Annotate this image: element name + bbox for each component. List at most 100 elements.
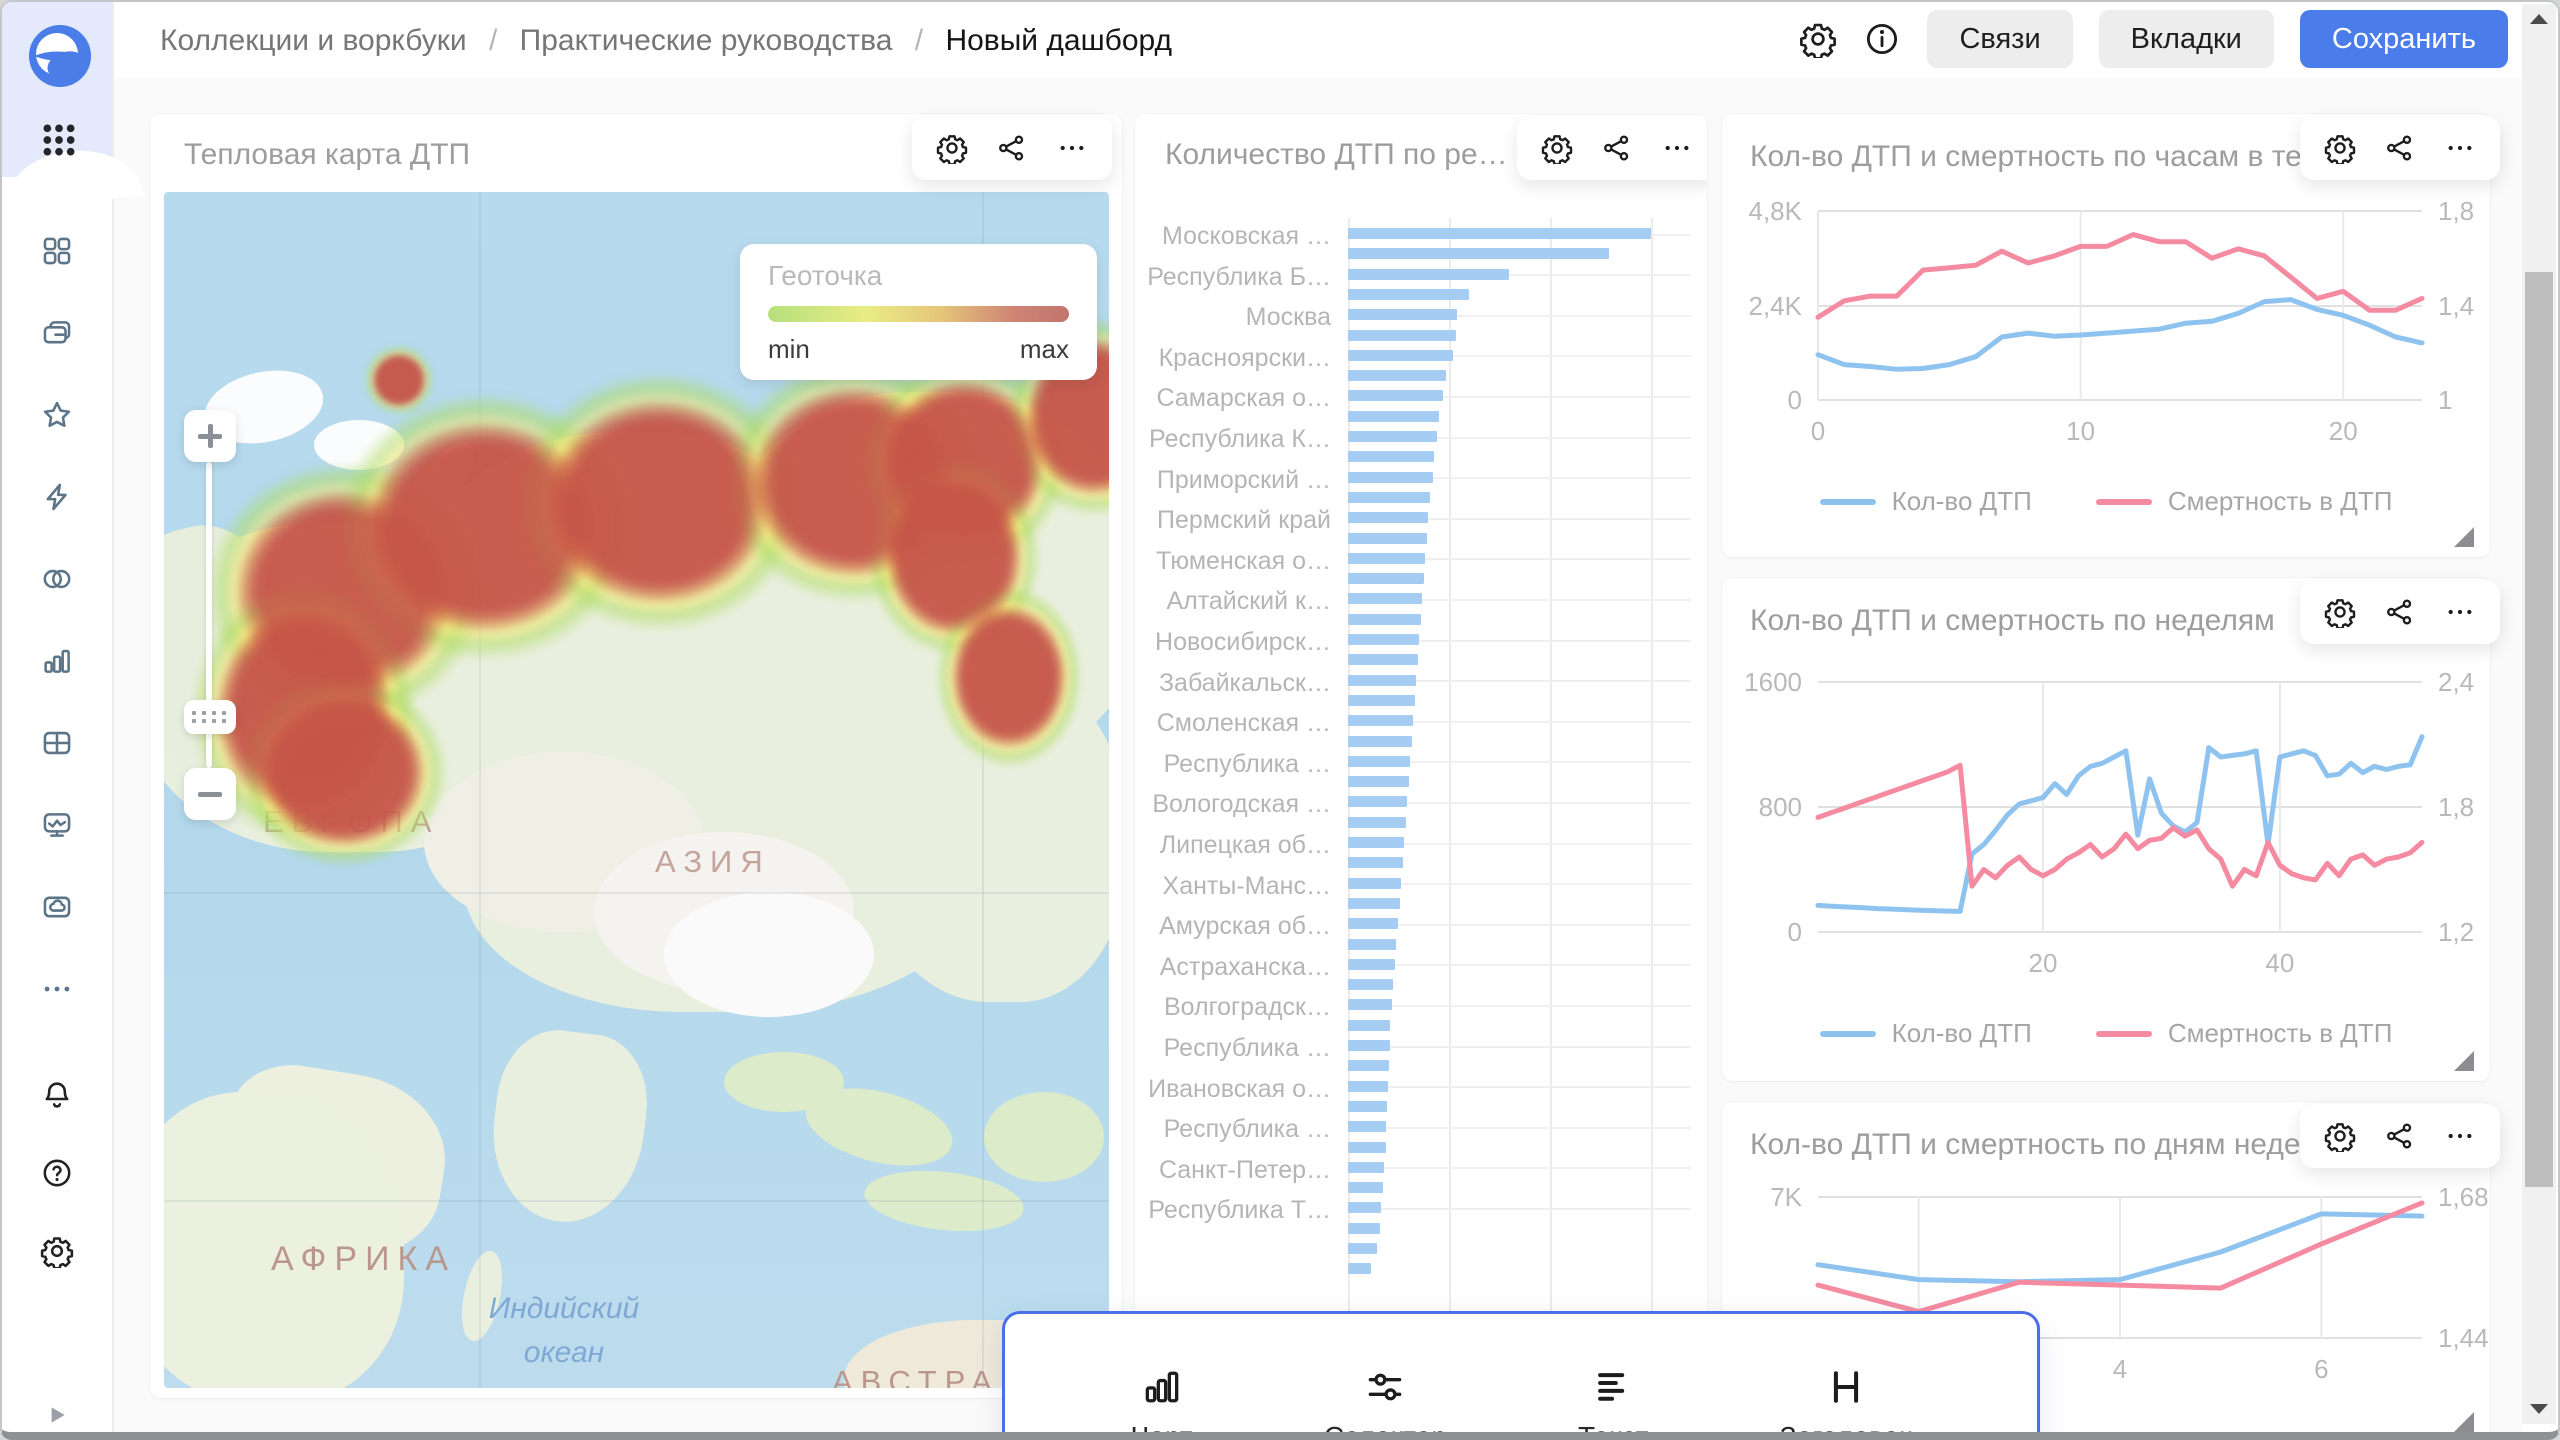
breadcrumb-guides[interactable]: Практические руководства — [520, 24, 893, 57]
bar[interactable] — [1348, 959, 1395, 970]
heatmap-map[interactable]: ЕВРОПА АЗИЯ АФРИКА АВСТРАЛИЯ Индийский о… — [164, 192, 1109, 1388]
bar[interactable] — [1348, 512, 1428, 523]
bar[interactable] — [1348, 553, 1425, 564]
bar[interactable] — [1348, 309, 1457, 320]
legend-item[interactable]: Кол-во ДТП — [1820, 486, 2032, 517]
toolbar-item-текст[interactable]: Текст — [1578, 1365, 1649, 1440]
bar[interactable] — [1348, 1020, 1390, 1031]
bar[interactable] — [1348, 370, 1446, 381]
gear-icon[interactable] — [2324, 1120, 2356, 1152]
help-icon[interactable] — [40, 1156, 74, 1190]
bar[interactable] — [1348, 736, 1412, 747]
widget-more-icon[interactable] — [1661, 132, 1693, 164]
gear-icon[interactable] — [2324, 132, 2356, 164]
bar[interactable] — [1348, 756, 1410, 767]
bar[interactable] — [1348, 451, 1434, 462]
bar[interactable] — [1348, 593, 1422, 604]
widget-links-icon[interactable] — [1601, 132, 1633, 164]
bar[interactable] — [1348, 248, 1609, 259]
gear-icon[interactable] — [2324, 596, 2356, 628]
dashboards-icon[interactable] — [40, 234, 74, 268]
toolbar-item-чарт[interactable]: Чарт — [1131, 1365, 1193, 1440]
bar[interactable] — [1348, 1162, 1384, 1173]
lightning-icon[interactable] — [40, 480, 74, 514]
bar[interactable] — [1348, 269, 1509, 280]
bar[interactable] — [1348, 228, 1651, 239]
bar[interactable] — [1348, 289, 1469, 300]
line-chart-widget[interactable]: Кол-во ДТП и смертность по неделям160080… — [1722, 578, 2490, 1081]
bar[interactable] — [1348, 1223, 1380, 1234]
collections-icon[interactable] — [40, 316, 74, 350]
widget-links-icon[interactable] — [996, 132, 1028, 164]
bar[interactable] — [1348, 918, 1398, 929]
ellipsis-icon[interactable] — [2444, 596, 2476, 628]
resize-handle[interactable] — [2454, 527, 2474, 547]
bar[interactable] — [1348, 1182, 1383, 1193]
widget-settings-icon[interactable] — [1541, 132, 1573, 164]
bar[interactable] — [1348, 857, 1403, 868]
bar[interactable] — [1348, 634, 1419, 645]
bar[interactable] — [1348, 1121, 1386, 1132]
bar[interactable] — [1348, 472, 1433, 483]
zoom-out-button[interactable] — [184, 768, 236, 820]
legend-item[interactable]: Кол-во ДТП — [1820, 1432, 2032, 1440]
scrollbar-thumb[interactable] — [2525, 272, 2553, 1187]
bar[interactable] — [1348, 411, 1439, 422]
table-icon[interactable] — [40, 726, 74, 760]
zoom-in-button[interactable] — [184, 410, 236, 462]
bar[interactable] — [1348, 898, 1400, 909]
favorites-icon[interactable] — [40, 398, 74, 432]
bar[interactable] — [1348, 1142, 1386, 1153]
bar[interactable] — [1348, 675, 1416, 686]
bar[interactable] — [1348, 1060, 1389, 1071]
bar[interactable] — [1348, 330, 1456, 341]
bar[interactable] — [1348, 695, 1415, 706]
share-icon[interactable] — [2384, 1120, 2416, 1152]
bar[interactable] — [1348, 878, 1401, 889]
share-icon[interactable] — [2384, 132, 2416, 164]
zoom-slider-handle[interactable] — [184, 700, 236, 734]
charts-icon[interactable] — [40, 644, 74, 678]
breadcrumb-collections[interactable]: Коллекции и воркбуки — [160, 24, 467, 57]
page-scrollbar[interactable] — [2522, 4, 2556, 1424]
toolbar-item-заголовок[interactable]: Заголовок — [1780, 1365, 1912, 1440]
bar[interactable] — [1348, 431, 1437, 442]
bar[interactable] — [1348, 1081, 1388, 1092]
resize-handle[interactable] — [2454, 1412, 2474, 1432]
line-chart-widget[interactable]: Кол-во ДТП и смертность по часам в течен… — [1722, 114, 2490, 557]
bar[interactable] — [1348, 817, 1406, 828]
save-button[interactable]: Сохранить — [2300, 10, 2508, 68]
widget-more-icon[interactable] — [1056, 132, 1088, 164]
widget-settings-icon[interactable] — [936, 132, 968, 164]
bar[interactable] — [1348, 350, 1453, 361]
share-icon[interactable] — [2384, 596, 2416, 628]
bar[interactable] — [1348, 492, 1430, 503]
tabs-button[interactable]: Вкладки — [2099, 10, 2274, 68]
bar[interactable] — [1348, 1243, 1377, 1254]
relations-button[interactable]: Связи — [1927, 10, 2072, 68]
datasets-icon[interactable] — [40, 562, 74, 596]
bar[interactable] — [1348, 1101, 1387, 1112]
bar[interactable] — [1348, 614, 1421, 625]
ellipsis-icon[interactable] — [2444, 132, 2476, 164]
scroll-down-arrow[interactable] — [2530, 1404, 2548, 1414]
cloud-folder-icon[interactable] — [40, 890, 74, 924]
bar[interactable] — [1348, 390, 1443, 401]
bar[interactable] — [1348, 715, 1413, 726]
bar[interactable] — [1348, 654, 1418, 665]
legend-item[interactable]: Смертность в ДТП — [2096, 1018, 2393, 1049]
bar-chart-widget[interactable]: Количество ДТП по регионам Московская …Р… — [1135, 114, 1707, 1398]
bar[interactable] — [1348, 979, 1393, 990]
scroll-up-arrow[interactable] — [2530, 14, 2548, 24]
apps-grid-icon[interactable] — [39, 120, 79, 160]
bar[interactable] — [1348, 1040, 1390, 1051]
bar[interactable] — [1348, 939, 1396, 950]
bar[interactable] — [1348, 1263, 1371, 1274]
monitoring-icon[interactable] — [40, 808, 74, 842]
notifications-icon[interactable] — [40, 1078, 74, 1112]
settings-gear-icon[interactable] — [1799, 20, 1837, 58]
legend-item[interactable]: Смертность в ДТП — [2096, 1432, 2393, 1440]
settings-icon[interactable] — [40, 1234, 74, 1268]
heatmap-widget[interactable]: Тепловая карта ДТП — [150, 114, 1122, 1398]
bar[interactable] — [1348, 533, 1427, 544]
